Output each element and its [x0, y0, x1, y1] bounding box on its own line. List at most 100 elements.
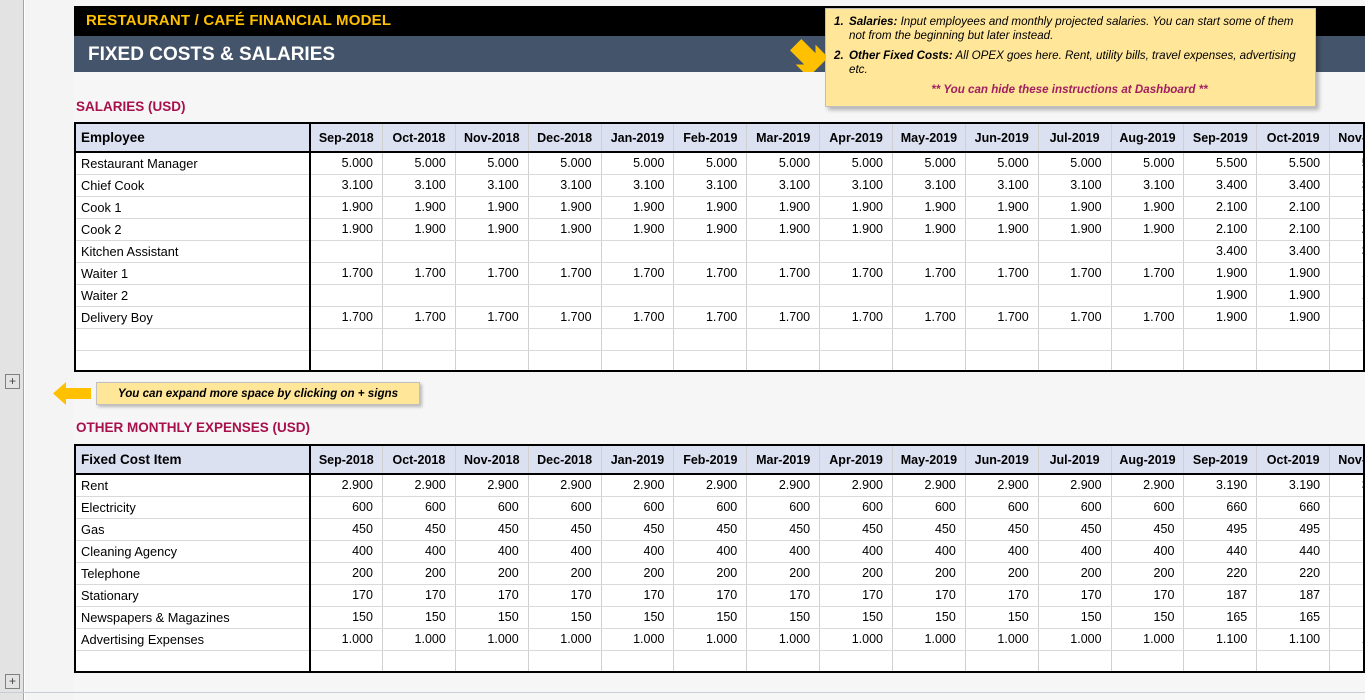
value-cell[interactable]: 1.100 — [1329, 628, 1363, 651]
value-cell[interactable] — [892, 240, 966, 263]
value-cell[interactable]: 440 — [1256, 540, 1331, 563]
value-cell[interactable]: 2.900 — [382, 474, 456, 497]
value-cell[interactable] — [601, 328, 675, 351]
value-cell[interactable] — [1038, 650, 1112, 671]
value-cell[interactable]: 1.700 — [819, 262, 893, 285]
table-row[interactable]: Waiter 21.9001.9001.9001.900 — [76, 284, 1363, 307]
table-row[interactable]: Cleaning Agency 400 400 400 400 400 400 400 400 4… — [76, 540, 1363, 563]
table-row[interactable] — [76, 328, 1363, 351]
value-cell[interactable] — [892, 350, 966, 370]
value-cell[interactable]: 150 — [382, 606, 456, 629]
value-cell[interactable]: 1.900 — [1183, 284, 1258, 307]
value-cell[interactable]: 1.900 — [455, 218, 529, 241]
value-cell[interactable]: 150 — [819, 606, 893, 629]
value-cell[interactable]: 400 — [965, 540, 1039, 563]
value-cell[interactable] — [673, 650, 748, 671]
value-cell[interactable] — [892, 650, 966, 671]
value-cell[interactable]: 5.000 — [1111, 152, 1185, 175]
value-cell[interactable]: 5.000 — [455, 152, 529, 175]
value-cell[interactable]: 400 — [382, 540, 456, 563]
value-cell[interactable]: 5.000 — [819, 152, 893, 175]
value-cell[interactable]: 1.900 — [965, 218, 1039, 241]
value-cell[interactable]: 495 — [1256, 518, 1331, 541]
value-cell[interactable]: 1.000 — [819, 628, 893, 651]
table-row[interactable] — [76, 650, 1363, 671]
value-cell[interactable] — [1111, 350, 1185, 370]
value-cell[interactable]: 200 — [746, 562, 821, 585]
expenses-table-container[interactable]: Fixed Cost Item Sep-2018 Oct-2018 Nov-2018… — [74, 444, 1365, 673]
value-cell[interactable]: 1.000 — [382, 628, 456, 651]
value-cell[interactable]: 3.100 — [746, 174, 821, 197]
value-cell[interactable] — [1111, 650, 1185, 671]
value-cell[interactable]: 400 — [309, 540, 383, 563]
value-cell[interactable]: 1.900 — [1111, 218, 1185, 241]
value-cell[interactable]: 1.000 — [965, 628, 1039, 651]
value-cell[interactable]: 1.700 — [746, 306, 821, 329]
value-cell[interactable]: 1.000 — [528, 628, 602, 651]
value-cell[interactable] — [1256, 328, 1331, 351]
row-label-cell[interactable]: Advertising Expenses — [76, 628, 311, 651]
value-cell[interactable]: 200 — [455, 562, 529, 585]
value-cell[interactable] — [673, 240, 748, 263]
row-label-cell[interactable]: Rent — [76, 474, 311, 497]
value-cell[interactable]: 150 — [309, 606, 383, 629]
value-cell[interactable]: 450 — [746, 518, 821, 541]
value-cell[interactable]: 1.900 — [455, 196, 529, 219]
value-cell[interactable]: 170 — [601, 584, 675, 607]
value-cell[interactable]: 150 — [746, 606, 821, 629]
salaries-table-container[interactable]: Employee Sep-2018 Oct-2018 Nov-2018 Dec-201… — [74, 122, 1365, 372]
value-cell[interactable] — [528, 240, 602, 263]
value-cell[interactable] — [528, 650, 602, 671]
value-cell[interactable] — [1038, 350, 1112, 370]
value-cell[interactable] — [673, 328, 748, 351]
table-row[interactable]: Waiter 1 1.700 1.700 1.700 1.700 1.700 1.700 1.… — [76, 262, 1363, 285]
value-cell[interactable]: 1.900 — [1111, 196, 1185, 219]
value-cell[interactable]: 3.100 — [965, 174, 1039, 197]
table-row[interactable] — [76, 350, 1363, 370]
value-cell[interactable]: 450 — [819, 518, 893, 541]
value-cell[interactable]: 5.000 — [528, 152, 602, 175]
value-cell[interactable]: 2.100 — [1183, 218, 1258, 241]
value-cell[interactable]: 2.100 — [1183, 196, 1258, 219]
value-cell[interactable] — [528, 350, 602, 370]
value-cell[interactable]: 3.100 — [455, 174, 529, 197]
value-cell[interactable] — [819, 240, 893, 263]
value-cell[interactable]: 165 — [1329, 606, 1363, 629]
value-cell[interactable]: 1.900 — [673, 218, 748, 241]
value-cell[interactable]: 2.900 — [819, 474, 893, 497]
value-cell[interactable]: 1.700 — [382, 262, 456, 285]
value-cell[interactable]: 1.900 — [819, 218, 893, 241]
value-cell[interactable] — [746, 650, 821, 671]
value-cell[interactable]: 200 — [819, 562, 893, 585]
value-cell[interactable] — [455, 240, 529, 263]
value-cell[interactable]: 2.100 — [1256, 196, 1331, 219]
value-cell[interactable]: 495 — [1183, 518, 1258, 541]
value-cell[interactable]: 3.100 — [309, 174, 383, 197]
value-cell[interactable]: 3.100 — [382, 174, 456, 197]
table-row[interactable]: Chief Cook 3.100 3.100 3.100 3.100 3.100 3.100… — [76, 174, 1363, 197]
value-cell[interactable]: 1.700 — [1111, 306, 1185, 329]
value-cell[interactable]: 1.700 — [309, 306, 383, 329]
value-cell[interactable] — [819, 328, 893, 351]
value-cell[interactable]: 2.900 — [455, 474, 529, 497]
value-cell[interactable]: 170 — [673, 584, 748, 607]
value-cell[interactable]: 1.700 — [1038, 262, 1112, 285]
value-cell[interactable]: 2.100 — [1329, 196, 1363, 219]
value-cell[interactable] — [1111, 328, 1185, 351]
value-cell[interactable]: 3.400 — [1183, 174, 1258, 197]
value-cell[interactable] — [601, 650, 675, 671]
value-cell[interactable]: 600 — [309, 496, 383, 519]
value-cell[interactable] — [965, 350, 1039, 370]
value-cell[interactable] — [965, 328, 1039, 351]
table-row[interactable]: Kitchen Assistant3.4003.4003.4003.400 — [76, 240, 1363, 263]
value-cell[interactable]: 1.700 — [601, 262, 675, 285]
value-cell[interactable] — [309, 650, 383, 671]
value-cell[interactable]: 170 — [1111, 584, 1185, 607]
value-cell[interactable]: 1.700 — [528, 262, 602, 285]
value-cell[interactable] — [746, 328, 821, 351]
value-cell[interactable]: 1.900 — [1329, 284, 1363, 307]
value-cell[interactable]: 1.700 — [601, 306, 675, 329]
value-cell[interactable] — [1183, 350, 1258, 370]
value-cell[interactable]: 400 — [1111, 540, 1185, 563]
table-row[interactable]: Electricity 600 600 600 600 600 600 600 600 600 60… — [76, 496, 1363, 519]
